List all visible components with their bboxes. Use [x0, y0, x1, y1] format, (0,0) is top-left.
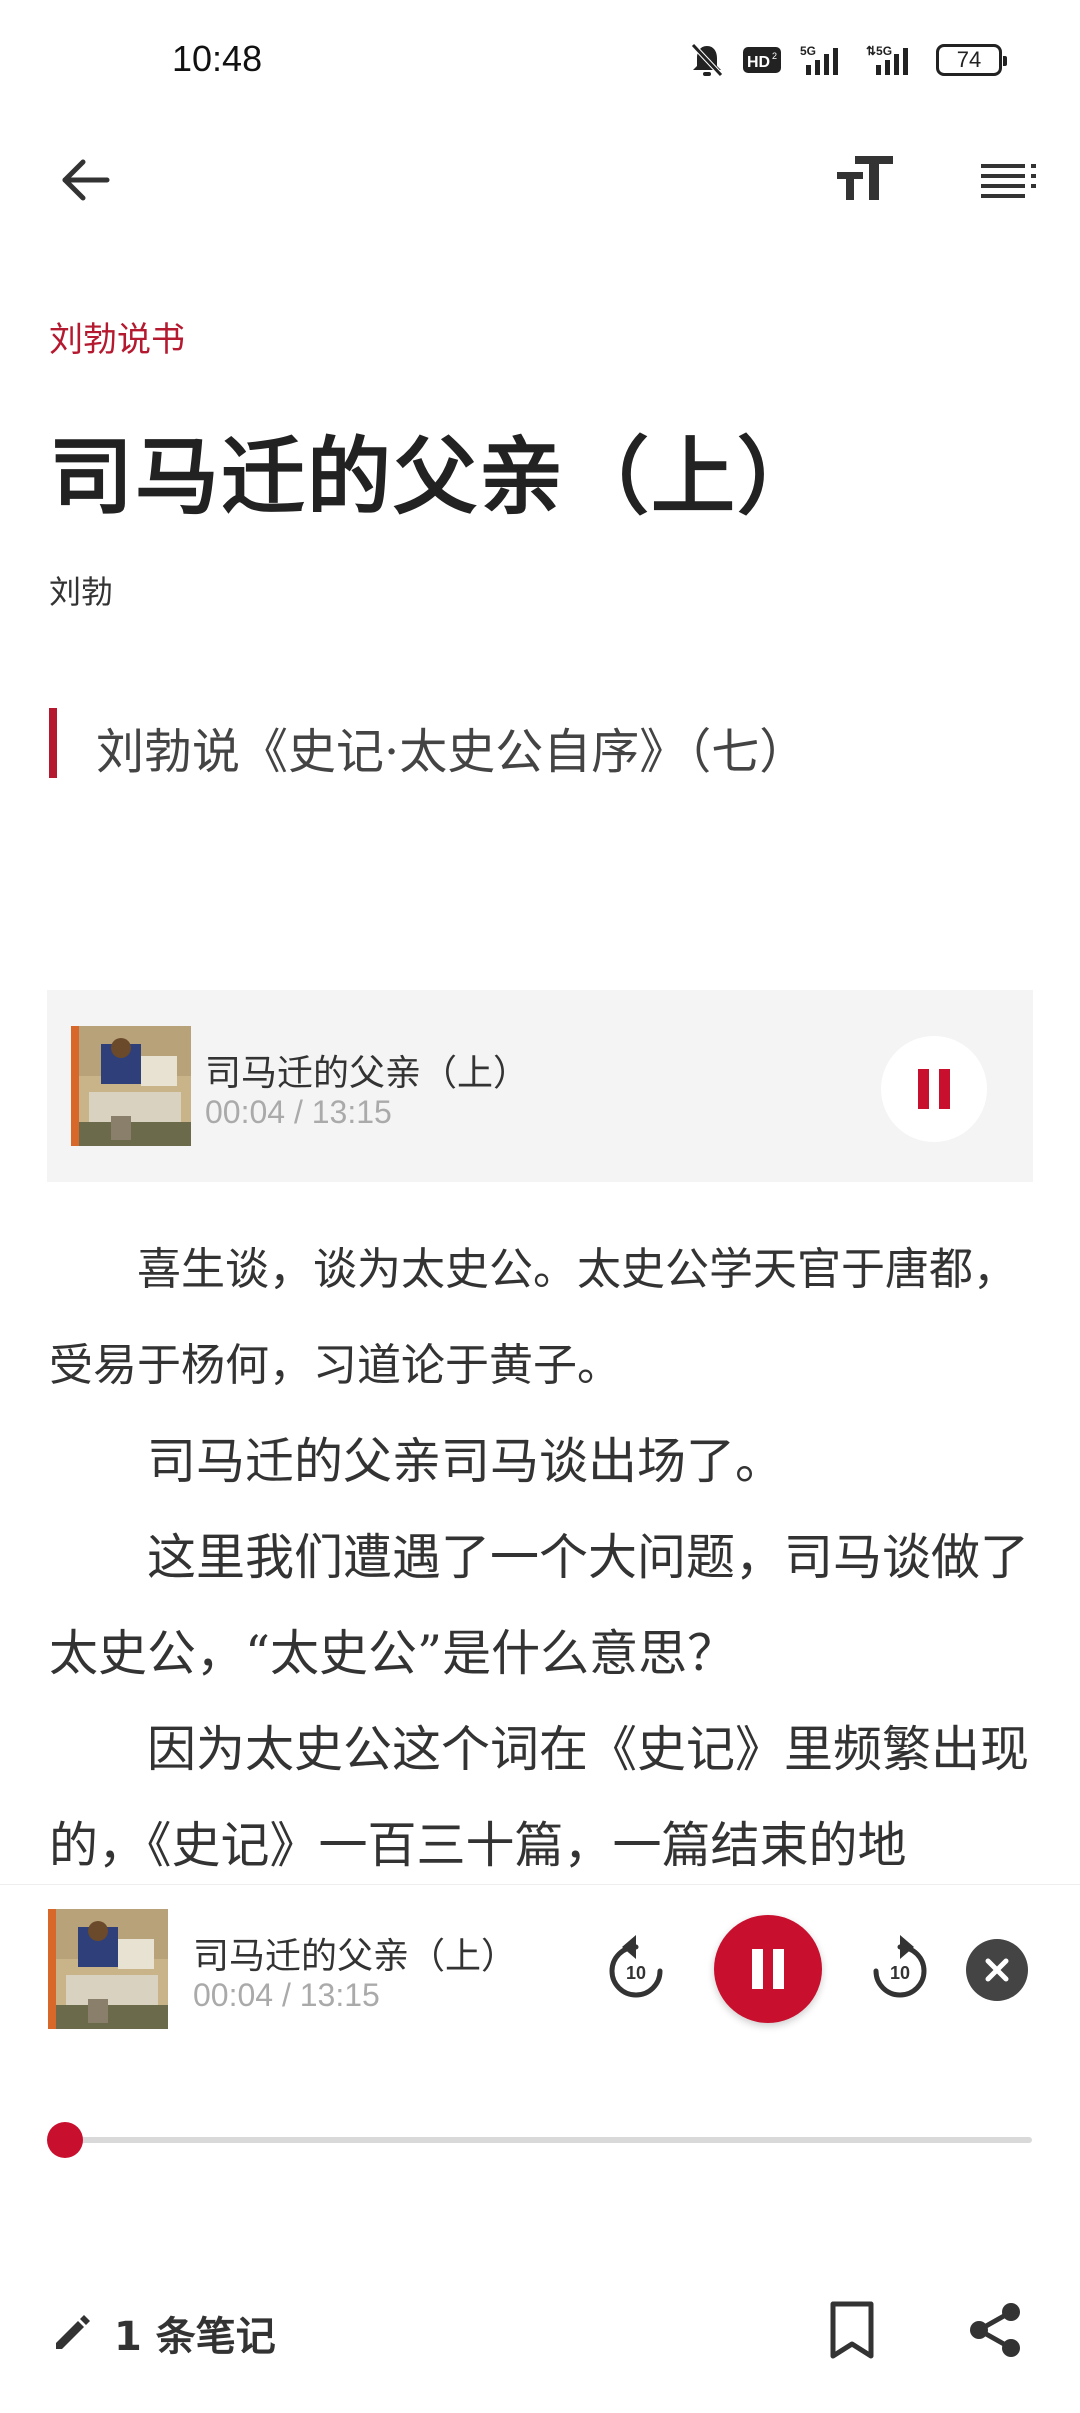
- player-cover-image[interactable]: [48, 1909, 168, 2029]
- svg-text:5G: 5G: [800, 44, 816, 58]
- subtitle-accent-bar: [49, 708, 57, 778]
- status-bar: 10:48 HD 2 5G ⇅5G 74: [0, 0, 1080, 120]
- rewind-10-button[interactable]: 10: [598, 1925, 674, 2015]
- audio-card-time: 00:04 / 13:15: [205, 1094, 392, 1130]
- rewind-10-icon: 10: [609, 1935, 663, 1998]
- rewind-label: 10: [626, 1963, 646, 1983]
- player-time: 00:04 / 13:15: [193, 1977, 380, 2013]
- hd-icon: HD 2: [742, 45, 782, 75]
- 5g-signal-icon: ⇅5G: [866, 43, 918, 77]
- share-icon: [970, 2303, 1020, 2357]
- 5g-signal-icon: 5G: [800, 43, 848, 77]
- toc-button[interactable]: [964, 135, 1054, 225]
- back-arrow-icon: [62, 159, 110, 201]
- share-button[interactable]: [955, 2290, 1035, 2370]
- pause-icon: [752, 1949, 784, 1989]
- article-subtitle: 刘勃说《史记·太史公自序》（七）: [96, 724, 808, 780]
- status-icons: HD 2 5G ⇅5G 74: [690, 40, 1007, 80]
- bookmark-icon: [830, 2301, 874, 2359]
- app-bar: [0, 120, 1080, 240]
- toc-list-icon: [981, 164, 1036, 198]
- note-count: 1 条笔记: [114, 2314, 276, 2360]
- back-button[interactable]: [40, 135, 130, 225]
- card-pause-button[interactable]: [881, 1036, 987, 1142]
- svg-text:HD: HD: [747, 54, 770, 71]
- close-icon: [985, 1958, 1009, 1982]
- body-paragraph: 这里我们遭遇了一个大问题，司马谈做了太史公，“太史公”是什么意思？: [49, 1529, 1030, 1682]
- audio-card-title: 司马迁的父亲（上）: [205, 1053, 530, 1094]
- forward-10-icon: 10: [873, 1935, 927, 1998]
- progress-track[interactable]: [48, 2137, 1032, 2143]
- inline-audio-card[interactable]: 司马迁的父亲（上） 00:04 / 13:15: [47, 990, 1033, 1182]
- forward-10-button[interactable]: 10: [862, 1925, 938, 2015]
- status-time: 10:48: [172, 38, 263, 79]
- article-body: 喜生谈，谈为太史公。太史公学天官于唐都，受易于杨何，习道论于黄子。 司马迁的父亲…: [49, 1222, 1029, 1894]
- progress-thumb[interactable]: [46, 2122, 83, 2158]
- pause-icon: [918, 1069, 950, 1109]
- pencil-icon: [56, 2315, 90, 2349]
- svg-text:2: 2: [772, 51, 777, 61]
- mute-bell-icon: [690, 42, 724, 78]
- svg-text:⇅5G: ⇅5G: [866, 44, 892, 58]
- main-pause-button[interactable]: [714, 1915, 822, 2023]
- audio-cover-image: [71, 1026, 191, 1146]
- author-name: 刘勃: [49, 573, 114, 611]
- battery-icon: 74: [936, 44, 1007, 76]
- close-player-button[interactable]: [966, 1939, 1028, 2001]
- column-name[interactable]: 刘勃说书: [49, 312, 185, 361]
- font-size-icon: [837, 156, 893, 200]
- body-paragraph: 司马迁的父亲司马谈出场了。: [147, 1433, 785, 1490]
- player-title: 司马迁的父亲（上）: [193, 1936, 518, 1977]
- notes-button[interactable]: 1 条笔记: [50, 2298, 276, 2368]
- article-title: 司马迁的父亲（上）: [49, 427, 824, 526]
- bookmark-button[interactable]: [812, 2290, 892, 2370]
- body-paragraph: 喜生谈，谈为太史公。太史公学天官于唐都，受易于杨何，习道论于黄子。: [49, 1244, 1017, 1391]
- font-size-button[interactable]: [820, 135, 910, 225]
- body-paragraph: 因为太史公这个词在《史记》里频繁出现的，《史记》一百三十篇，一篇结束的地: [49, 1721, 1030, 1874]
- forward-label: 10: [890, 1963, 910, 1983]
